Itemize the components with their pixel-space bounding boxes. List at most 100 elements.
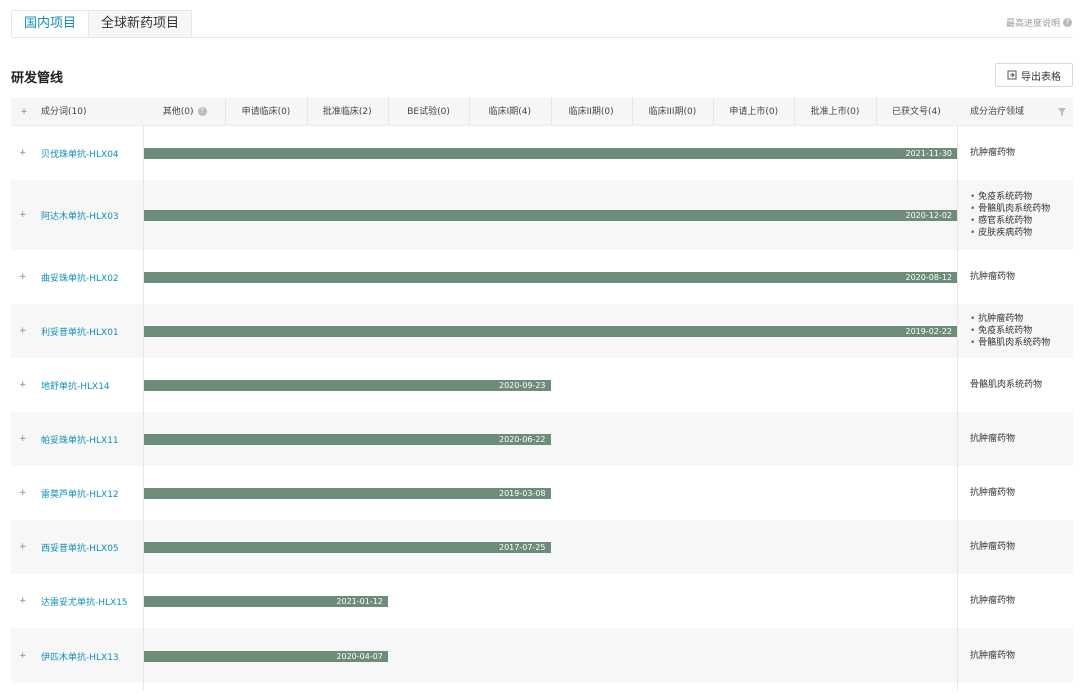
col-phase-label: 申请上市(0)	[729, 107, 779, 117]
table-row: + 利妥昔单抗-HLX01 2019-02-22 抗肿瘤药物免疫系统药物骨骼肌肉系统药…	[11, 304, 1073, 358]
col-phase[interactable]: 申请上市(0)	[713, 98, 794, 126]
help-icon[interactable]: ?	[1063, 18, 1072, 27]
ingredient-link[interactable]: 阿达木单抗-HLX03	[41, 209, 119, 222]
progress-bar[interactable]: 2017-07-25	[144, 542, 551, 553]
expand-row-icon[interactable]: +	[19, 149, 27, 158]
ingredient-link[interactable]: 西妥昔单抗-HLX05	[41, 541, 119, 554]
progress-date: 2020-09-23	[499, 381, 546, 390]
progress-bar[interactable]: 2020-04-07	[144, 650, 388, 662]
header-divider	[225, 98, 227, 126]
therapy-area: 抗肿瘤药物	[970, 434, 1016, 444]
therapy-item: 免疫系统药物	[970, 191, 1050, 203]
therapy-item: 皮肤疾病药物	[970, 227, 1050, 239]
expand-row-icon[interactable]: +	[19, 543, 27, 552]
ingredient-link[interactable]: 利妥昔单抗-HLX01	[41, 325, 119, 338]
therapy-item: 骨骼肌肉系统药物	[970, 203, 1050, 215]
col-phase-label: 批准临床(2)	[322, 107, 372, 117]
therapy-item: 抗肿瘤药物	[970, 313, 1050, 325]
progress-bar[interactable]: 2021-11-30	[144, 148, 957, 159]
progress-date: 2020-08-12	[905, 273, 953, 282]
progress-date: 2021-11-30	[905, 149, 953, 158]
export-icon	[1007, 70, 1017, 80]
therapy-item: 骨骼肌肉系统药物	[970, 337, 1050, 349]
table-row: + 阿达木单抗-HLX03 2020-12-02 免疫系统药物骨骼肌肉系统药物感官系统…	[11, 180, 1073, 250]
header-divider	[306, 98, 308, 126]
progress-bar[interactable]: 2021-01-12	[144, 596, 388, 607]
progress-bar[interactable]: 2019-03-08	[144, 488, 551, 499]
ingredient-link[interactable]: 伊匹木单抗-HLX13	[41, 650, 119, 663]
table-row: + 曲妥珠单抗-HLX02 2020-08-12 抗肿瘤药物	[11, 250, 1073, 304]
ingredient-link[interactable]: 曲妥珠单抗-HLX02	[41, 271, 119, 284]
col-phase[interactable]: 批准上市(0)	[794, 98, 875, 126]
expand-row-icon[interactable]: +	[19, 327, 27, 336]
progress-date: 2020-12-02	[905, 211, 953, 220]
progress-bar[interactable]: 2020-08-12	[144, 272, 957, 283]
tab-global[interactable]: 全球新药项目	[89, 10, 193, 38]
col-phase[interactable]: 申请临床(0)	[225, 98, 306, 126]
therapy-area: 抗肿瘤药物	[970, 272, 1016, 282]
col-phase[interactable]: 临床I期(4)	[469, 98, 550, 126]
col-phase[interactable]: 批准临床(2)	[307, 98, 388, 126]
col-phase[interactable]: BE试验(0)	[388, 98, 469, 126]
header-divider	[875, 98, 877, 126]
expand-row-icon[interactable]: +	[19, 597, 27, 606]
progress-bar[interactable]: 2020-06-22	[144, 434, 551, 445]
col-phase[interactable]: 临床II期(0)	[551, 98, 632, 126]
header-divider	[794, 98, 796, 126]
expand-row-icon[interactable]: +	[19, 273, 27, 282]
therapy-area: 抗肿瘤药物免疫系统药物骨骼肌肉系统药物	[970, 313, 1050, 349]
col-phase[interactable]: 已获文号(4)	[876, 98, 957, 126]
expand-row-icon[interactable]: +	[19, 651, 27, 661]
expand-all-toggle[interactable]: +	[19, 98, 29, 126]
ingredient-link[interactable]: 雷莫芦单抗-HLX12	[41, 487, 119, 500]
tab-bar: 国内项目 全球新药项目	[11, 10, 193, 38]
expand-row-icon[interactable]: +	[19, 381, 27, 390]
export-button[interactable]: 导出表格	[995, 63, 1073, 87]
progress-bar[interactable]: 2019-02-22	[144, 326, 957, 337]
therapy-item: 感官系统药物	[970, 215, 1050, 227]
expand-row-icon[interactable]: +	[19, 489, 27, 498]
col-phase-label: 其他(0)	[162, 107, 194, 117]
progress-date: 2017-07-25	[499, 543, 546, 552]
help-icon[interactable]: ?	[197, 107, 207, 116]
ingredient-link[interactable]: 帕妥珠单抗-HLX11	[41, 433, 119, 446]
col-phase-label: 临床II期(0)	[568, 107, 614, 117]
progress-note[interactable]: 最高进度说明 ?	[1006, 16, 1072, 29]
col-phase-label: 已获文号(4)	[891, 107, 941, 117]
tab-domestic[interactable]: 国内项目	[11, 10, 90, 38]
progress-bar[interactable]: 2020-12-02	[144, 210, 957, 221]
table-row: + 西妥昔单抗-HLX05 2017-07-25 抗肿瘤药物	[11, 520, 1073, 574]
progress-note-label: 最高进度说明	[1005, 19, 1060, 29]
page-title: 研发管线	[11, 71, 64, 86]
col-ingredient[interactable]: 成分词(10)	[41, 98, 86, 126]
filter-icon[interactable]	[1057, 107, 1067, 117]
column-divider	[957, 126, 958, 690]
expand-row-icon[interactable]: +	[19, 211, 27, 220]
therapy-area: 抗肿瘤药物	[970, 148, 1016, 158]
table-row: + 地舒单抗-HLX14 2020-09-23 骨骼肌肉系统药物	[11, 358, 1073, 412]
progress-date: 2019-02-22	[905, 327, 953, 336]
col-phase-label: 临床I期(4)	[488, 107, 532, 117]
therapy-area: 抗肿瘤药物	[970, 596, 1016, 606]
col-phase[interactable]: 其他(0)?	[144, 98, 225, 126]
ingredient-link[interactable]: 地舒单抗-HLX14	[41, 379, 110, 392]
col-phase-label: 临床III期(0)	[648, 107, 697, 117]
therapy-area: 抗肿瘤药物	[970, 650, 1016, 661]
ingredient-link[interactable]: 达雷妥尤单抗-HLX15	[41, 595, 128, 608]
plus-icon: +	[20, 107, 28, 117]
col-phase[interactable]: 临床III期(0)	[632, 98, 713, 126]
pipeline-table: + 成分词(10) 其他(0)? 申请临床(0) 批准临床(2) BE试验(0) 临床I…	[11, 98, 1073, 690]
col-therapy[interactable]: 成分治疗领域	[970, 98, 1024, 126]
expand-row-icon[interactable]: +	[19, 435, 27, 444]
ingredient-link[interactable]: 贝伐珠单抗-HLX04	[41, 147, 119, 160]
therapy-area: 抗肿瘤药物	[970, 542, 1016, 552]
header-divider	[550, 98, 552, 126]
export-label: 导出表格	[1021, 71, 1061, 83]
table-header: + 成分词(10) 其他(0)? 申请临床(0) 批准临床(2) BE试验(0) 临床I…	[11, 98, 1073, 126]
table-row: + 贝伐珠单抗-HLX04 2021-11-30 抗肿瘤药物	[11, 126, 1073, 180]
therapy-item: 免疫系统药物	[970, 325, 1050, 337]
column-divider	[143, 126, 144, 690]
therapy-area: 抗肿瘤药物	[970, 488, 1016, 498]
progress-bar[interactable]: 2020-09-23	[144, 380, 551, 391]
table-row: + 帕妥珠单抗-HLX11 2020-06-22 抗肿瘤药物	[11, 412, 1073, 466]
